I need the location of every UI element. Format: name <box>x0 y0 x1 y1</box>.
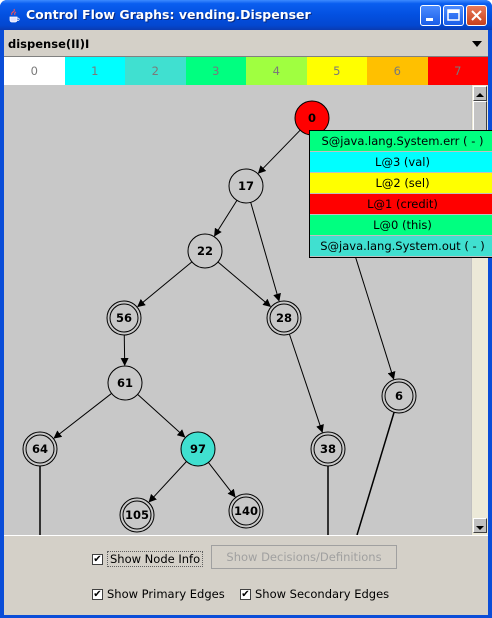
checkbox-box[interactable]: ✔ <box>92 553 103 565</box>
graph-node-105[interactable]: 105 <box>119 497 155 533</box>
palette-swatch-2: 2 <box>125 57 186 85</box>
svg-text:17: 17 <box>238 179 254 193</box>
palette-swatch-6: 6 <box>367 57 428 85</box>
edge-22-56 <box>137 261 193 308</box>
checkbox-box[interactable]: ✔ <box>240 588 251 600</box>
edge-61-97 <box>137 394 186 438</box>
svg-text:38: 38 <box>320 442 336 456</box>
graph-node-140[interactable]: 140 <box>228 493 264 529</box>
checkbox-box[interactable]: ✔ <box>92 588 103 600</box>
title-bar[interactable]: Control Flow Graphs: vending.Dispenser <box>0 0 492 30</box>
close-button[interactable] <box>466 5 487 26</box>
svg-text:140: 140 <box>234 504 258 518</box>
graph-node-97[interactable]: 97 <box>180 431 216 467</box>
palette-swatch-5: 5 <box>306 57 367 85</box>
node-info-popup: S@java.lang.System.err ( - ) L@3 (val) L@2… <box>309 130 492 258</box>
palette-swatch-7: 7 <box>427 57 488 85</box>
edge-17-22 <box>214 200 238 237</box>
graph-node-22[interactable]: 22 <box>187 233 223 269</box>
graph-node-38[interactable]: 38 <box>310 431 346 467</box>
graph-node-6[interactable]: 6 <box>381 378 417 414</box>
scroll-up-button[interactable] <box>473 86 487 101</box>
graph-node-56[interactable]: 56 <box>106 300 142 336</box>
svg-text:97: 97 <box>190 442 206 456</box>
chevron-down-icon[interactable] <box>472 41 482 47</box>
controls-panel: ✔ Show Node Info Show Decisions/Definiti… <box>4 535 488 615</box>
svg-text:6: 6 <box>395 389 403 403</box>
scroll-down-button[interactable] <box>473 518 487 533</box>
app-window: Control Flow Graphs: vending.Dispenser d… <box>0 0 492 618</box>
client-area: dispense(II)I 01234567 0 17 22 56 28 61 6 64 97 3… <box>4 30 492 615</box>
show-secondary-edges-label: Show Secondary Edges <box>255 587 390 601</box>
show-secondary-edges-checkbox[interactable]: ✔ Show Secondary Edges <box>240 587 389 601</box>
svg-text:105: 105 <box>125 508 149 522</box>
svg-text:56: 56 <box>116 311 132 325</box>
palette-swatch-3: 3 <box>185 57 246 85</box>
popup-row: S@java.lang.System.out ( - ) <box>310 236 492 257</box>
graph-node-61[interactable]: 61 <box>107 365 143 401</box>
edge-0-17 <box>257 129 301 174</box>
edge-97-140 <box>208 462 236 498</box>
palette-swatch-0: 0 <box>4 57 65 85</box>
popup-row: L@1 (credit) <box>310 194 492 215</box>
svg-text:22: 22 <box>197 244 213 258</box>
graph-node-28[interactable]: 28 <box>266 300 302 336</box>
popup-row: L@0 (this) <box>310 215 492 236</box>
graph-node-17[interactable]: 17 <box>228 168 264 204</box>
color-palette: 01234567 <box>4 56 488 86</box>
palette-swatch-1: 1 <box>64 57 125 85</box>
maximize-button[interactable] <box>443 5 464 26</box>
palette-swatch-4: 4 <box>246 57 307 85</box>
svg-text:64: 64 <box>32 442 48 456</box>
show-primary-edges-checkbox[interactable]: ✔ Show Primary Edges <box>92 587 225 601</box>
edge-97-105 <box>148 461 187 503</box>
method-selector-value: dispense(II)I <box>8 37 90 51</box>
close-icon <box>471 10 482 21</box>
show-node-info-label: Show Node Info <box>107 551 204 567</box>
minimize-icon <box>426 18 433 21</box>
popup-row: S@java.lang.System.err ( - ) <box>310 131 492 152</box>
edge-61-64 <box>53 393 112 439</box>
java-cup-icon <box>9 8 20 23</box>
popup-row: L@2 (sel) <box>310 173 492 194</box>
show-node-info-checkbox[interactable]: ✔ Show Node Info <box>92 551 204 567</box>
edge-6-offscreen <box>356 412 395 535</box>
edge-17-28 <box>250 202 281 302</box>
minimize-button[interactable] <box>420 5 441 26</box>
graph-node-64[interactable]: 64 <box>22 431 58 467</box>
edge-28-38 <box>288 333 324 433</box>
method-selector[interactable]: dispense(II)I <box>4 33 488 55</box>
edge-22-28 <box>217 261 272 308</box>
arrow-down-icon <box>476 526 484 530</box>
window-title: Control Flow Graphs: vending.Dispenser <box>26 7 311 22</box>
show-decisions-button[interactable]: Show Decisions/Definitions <box>211 545 397 569</box>
popup-row: L@3 (val) <box>310 152 492 173</box>
svg-text:0: 0 <box>308 111 316 125</box>
svg-text:28: 28 <box>276 311 292 325</box>
show-primary-edges-label: Show Primary Edges <box>107 587 225 601</box>
maximize-icon <box>447 9 460 21</box>
svg-text:61: 61 <box>117 376 133 390</box>
